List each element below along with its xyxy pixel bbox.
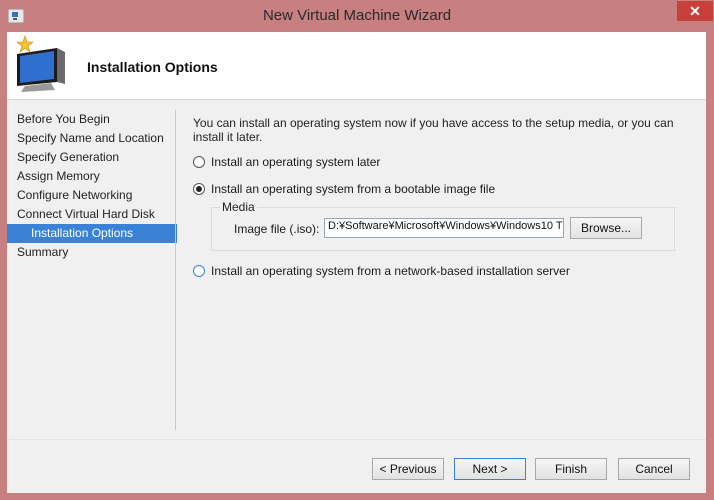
nav-divider — [175, 110, 176, 430]
option-install-later-label: Install an operating system later — [211, 154, 381, 169]
finish-button[interactable]: Finish — [535, 458, 607, 480]
image-file-label: Image file (.iso): — [234, 222, 320, 236]
wizard-header: Installation Options — [7, 32, 706, 100]
nav-step-summary[interactable]: Summary — [7, 243, 177, 262]
cancel-button[interactable]: Cancel — [618, 458, 690, 480]
radio-install-later[interactable] — [193, 155, 205, 168]
wizard-steps-nav: Before You Begin Specify Name and Locati… — [7, 110, 177, 262]
option-install-from-image[interactable]: Install an operating system from a boota… — [193, 180, 495, 196]
computer-star-icon — [16, 35, 65, 92]
option-install-later[interactable]: Install an operating system later — [193, 153, 380, 169]
title-bar[interactable]: New Virtual Machine Wizard ✕ — [0, 0, 714, 32]
radio-install-network[interactable] — [193, 264, 205, 277]
page-title: Installation Options — [87, 59, 218, 75]
wizard-body: Installation Options Before You Begin Sp… — [7, 32, 706, 493]
radio-install-from-image[interactable] — [193, 182, 205, 195]
installation-options-panel: You can install an operating system now … — [193, 116, 683, 278]
image-file-input[interactable]: D:¥Software¥Microsoft¥Windows¥Windows10 … — [324, 218, 564, 238]
nav-step-configure-networking[interactable]: Configure Networking — [7, 186, 177, 205]
footer-divider — [7, 439, 706, 440]
nav-step-assign-memory[interactable]: Assign Memory — [7, 167, 177, 186]
window-title: New Virtual Machine Wizard — [262, 7, 452, 24]
nav-step-before-you-begin[interactable]: Before You Begin — [7, 110, 177, 129]
intro-text: You can install an operating system now … — [193, 116, 674, 144]
previous-button[interactable]: < Previous — [372, 458, 444, 480]
next-button[interactable]: Next > — [454, 458, 526, 480]
option-install-network[interactable]: Install an operating system from a netwo… — [193, 262, 570, 278]
nav-step-installation-options[interactable]: Installation Options — [7, 224, 177, 243]
browse-button[interactable]: Browse... — [570, 217, 642, 239]
nav-step-specify-name-location[interactable]: Specify Name and Location — [7, 129, 177, 148]
close-button[interactable]: ✕ — [677, 1, 713, 21]
media-group: Media Image file (.iso): D:¥Software¥Mic… — [211, 200, 675, 251]
wizard-window: New Virtual Machine Wizard ✕ Installatio… — [0, 0, 714, 500]
option-install-from-image-label: Install an operating system from a boota… — [211, 181, 496, 196]
nav-step-specify-generation[interactable]: Specify Generation — [7, 148, 177, 167]
nav-step-connect-vhd[interactable]: Connect Virtual Hard Disk — [7, 205, 177, 224]
media-legend: Media — [220, 200, 257, 214]
option-install-network-label: Install an operating system from a netwo… — [211, 263, 570, 278]
